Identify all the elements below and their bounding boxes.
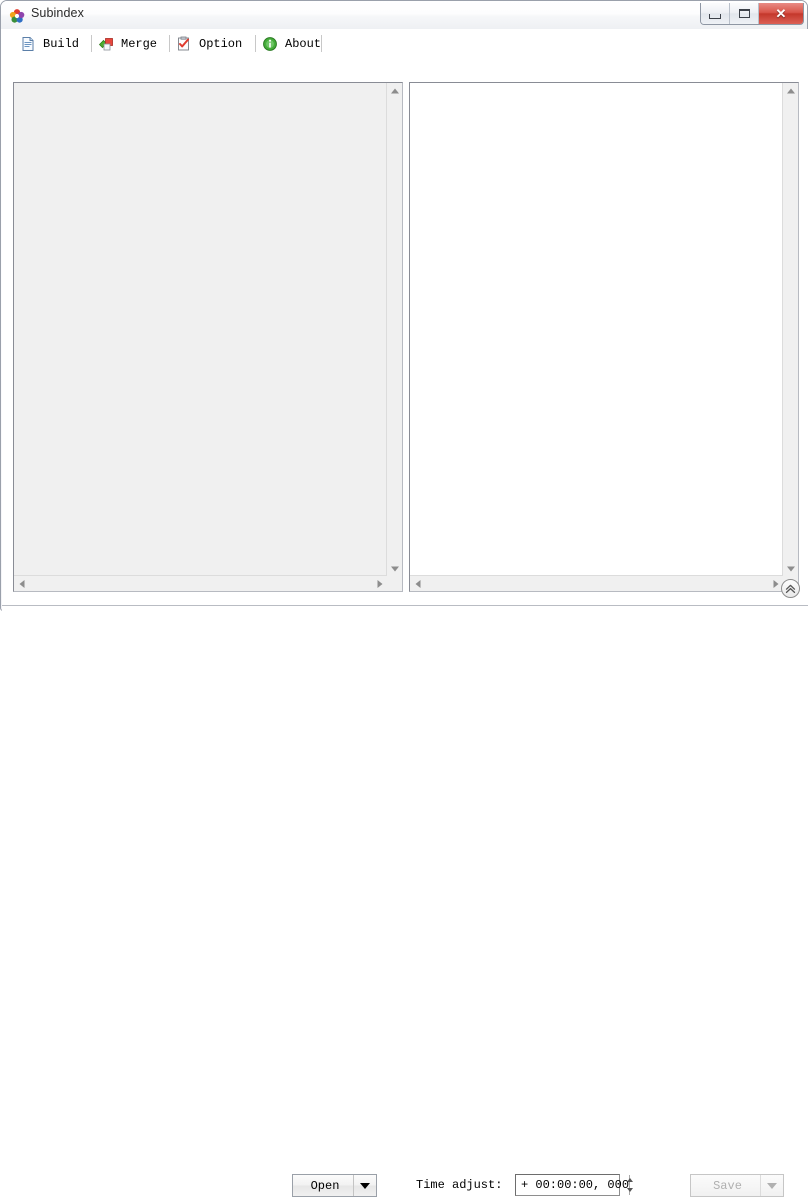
- pinwheel-icon: [9, 8, 25, 24]
- subtitle-preview[interactable]: [409, 82, 799, 592]
- tab-option[interactable]: Option: [170, 32, 256, 55]
- window-title: Subindex: [31, 6, 84, 20]
- subtitle-file-list-content: [14, 83, 387, 576]
- save-dropdown-arrow-icon[interactable]: [760, 1175, 783, 1196]
- window-controls: ✕: [700, 3, 804, 25]
- open-button[interactable]: Open: [292, 1174, 377, 1197]
- time-adjust-value[interactable]: + 00:00:00, 000: [516, 1178, 629, 1192]
- tab-option-label: Option: [199, 36, 243, 51]
- spin-up-button[interactable]: [627, 1175, 634, 1185]
- open-button-label: Open: [310, 1178, 340, 1193]
- maximize-icon: [739, 9, 750, 18]
- bottom-toolbar: Open Time adjust: + 00:00:00, 000 Save: [2, 598, 808, 1197]
- subtitle-file-list[interactable]: [13, 82, 403, 592]
- preview-vertical-scrollbar[interactable]: [782, 83, 798, 576]
- tab-bar: Build Merge Option About: [2, 29, 808, 55]
- save-button-label: Save: [713, 1178, 742, 1193]
- maximize-button[interactable]: [730, 3, 759, 24]
- time-adjust-spin-buttons: [627, 1175, 634, 1195]
- application-window: Subindex ✕ Build Merge Option About Open…: [0, 0, 808, 1197]
- preview-horizontal-scrollbar[interactable]: [410, 575, 783, 591]
- scroll-up-arrow[interactable]: [783, 83, 798, 98]
- client-area: Build Merge Option About Open Time adjus…: [2, 29, 808, 1197]
- file-list-vertical-scrollbar[interactable]: [386, 83, 402, 576]
- tab-about[interactable]: About: [256, 32, 322, 55]
- scroll-left-arrow[interactable]: [410, 576, 425, 591]
- save-button[interactable]: Save: [690, 1174, 784, 1197]
- tab-build[interactable]: Build: [14, 32, 92, 55]
- scroll-down-arrow[interactable]: [783, 561, 798, 576]
- tab-underline: [2, 55, 808, 56]
- tab-merge-label: Merge: [121, 36, 158, 51]
- minimize-icon: [709, 14, 721, 19]
- scroll-right-arrow[interactable]: [372, 576, 387, 591]
- close-icon: ✕: [775, 6, 787, 21]
- subtitle-preview-content: [410, 83, 783, 576]
- tab-merge[interactable]: Merge: [92, 32, 170, 55]
- tab-build-label: Build: [43, 36, 80, 51]
- open-dropdown-arrow-icon[interactable]: [353, 1175, 376, 1196]
- puzzle-merge-icon: [98, 36, 114, 52]
- scrollbar-corner: [387, 576, 402, 591]
- info-circle-icon: [262, 36, 278, 52]
- scroll-up-arrow[interactable]: [387, 83, 402, 98]
- clipboard-option-icon: [176, 36, 192, 52]
- time-adjust-stepper[interactable]: + 00:00:00, 000: [515, 1174, 634, 1196]
- tab-separator: [321, 35, 322, 52]
- double-chevron-up-icon[interactable]: [781, 579, 800, 598]
- title-bar[interactable]: Subindex ✕: [1, 1, 807, 29]
- minimize-button[interactable]: [701, 3, 730, 24]
- time-adjust-label: Time adjust:: [416, 1178, 503, 1192]
- scroll-down-arrow[interactable]: [387, 561, 402, 576]
- document-build-icon: [20, 36, 36, 52]
- scroll-left-arrow[interactable]: [14, 576, 29, 591]
- tab-about-label: About: [285, 36, 322, 51]
- close-button[interactable]: ✕: [759, 3, 803, 24]
- spin-down-button[interactable]: [627, 1184, 634, 1195]
- file-list-horizontal-scrollbar[interactable]: [14, 575, 387, 591]
